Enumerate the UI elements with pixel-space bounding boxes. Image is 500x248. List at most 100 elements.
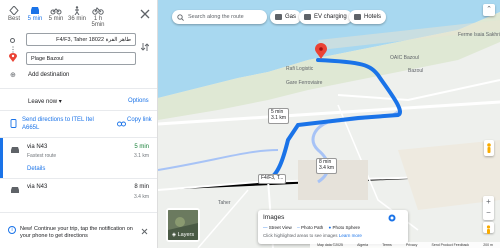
add-destination-icon[interactable]: ⊕	[10, 71, 16, 79]
origin-input[interactable]: F4/F3, Taher 18022 طاهر الفرة	[26, 33, 136, 46]
mode-best-label: Best	[7, 16, 20, 22]
route-2-time: 8 min	[134, 184, 149, 190]
route-1-title: via N43	[27, 144, 48, 150]
layers-text: Layers	[177, 232, 195, 238]
mode-walk[interactable]: 36 min	[67, 6, 87, 22]
add-destination-link[interactable]: Add destination	[28, 72, 69, 78]
walk-icon	[74, 6, 80, 15]
send-phone-icon	[10, 119, 17, 128]
divider	[0, 110, 157, 111]
toggle-icon[interactable]	[388, 214, 396, 222]
attrib-map-data: Map data ©2025	[317, 243, 343, 247]
images-hint: Click highlighted areas to see images Le…	[263, 233, 362, 238]
origin-label: F4/F3, T...	[258, 174, 287, 184]
car-icon	[11, 147, 19, 153]
mode-bike[interactable]: 1 h 5min	[88, 6, 108, 28]
origin-dot-icon	[10, 38, 15, 43]
divider	[0, 178, 157, 179]
search-placeholder: Search along the route	[188, 14, 244, 20]
images-hint-text: Click highlighted areas to see images	[263, 233, 338, 238]
attrib-feedback[interactable]: Send Product Feedback	[431, 243, 469, 247]
chip-ev-charging[interactable]: EV charging	[299, 10, 352, 24]
gas-icon	[275, 14, 282, 20]
chip-gas-label: Gas	[285, 14, 297, 20]
pegman-icon	[487, 143, 491, 153]
close-icon[interactable]	[140, 9, 150, 19]
images-title: Images	[263, 214, 285, 221]
mode-best[interactable]: Best	[4, 6, 24, 22]
chip-hotels[interactable]: Hotels	[349, 10, 387, 24]
bike-icon	[92, 7, 104, 15]
ev-charging-icon	[304, 14, 311, 20]
learn-more-link[interactable]: Learn more	[339, 233, 362, 238]
route-1-time: 5 min	[134, 144, 149, 150]
photo-path-swatch-icon: ┄	[296, 225, 300, 230]
link-icon	[117, 121, 126, 127]
attrib-terms[interactable]: Terms	[382, 243, 392, 247]
swap-icon[interactable]	[141, 42, 149, 52]
photo-sphere-swatch-icon: ●	[328, 225, 332, 230]
street-view-swatch-icon: —	[263, 225, 268, 230]
label-ferme: Ferme Isaia Sakhri	[458, 32, 500, 38]
collapse-panel-button[interactable]: ⌃	[483, 4, 495, 16]
chip-gas[interactable]: Gas	[270, 10, 302, 24]
zoom-in-button[interactable]: +	[483, 196, 494, 208]
route-1-bubble[interactable]: 5 min 3.1 km	[268, 108, 290, 124]
diamond-directions-icon	[9, 6, 19, 15]
notice-text: New! Continue your trip, tap the notific…	[20, 226, 133, 240]
route-dots-icon	[12, 46, 14, 53]
route-2-title: via N43	[27, 184, 48, 190]
divider	[0, 137, 157, 138]
route-2-bubble[interactable]: 8 min 3.4 km	[316, 158, 338, 174]
pegman-button[interactable]	[483, 222, 494, 234]
layers-button[interactable]: ◈ Layers	[166, 208, 200, 242]
mode-car-label: 5 min	[27, 16, 43, 22]
close-notice-icon[interactable]	[141, 228, 148, 235]
label-bazoul: Bazoul	[408, 68, 424, 74]
mode-motorcycle[interactable]: 5 min	[46, 6, 66, 22]
mode-bike-label: 1 h 5min	[91, 16, 105, 28]
label-rafi: Rafi Logistic	[286, 66, 314, 72]
route-1-details-link[interactable]: Details	[27, 166, 45, 172]
legend-photo-path: Photo Path	[300, 225, 324, 230]
images-legend: — Street View ┄ Photo Path ● Photo Spher…	[263, 225, 360, 231]
layers-label: ◈ Layers	[168, 232, 198, 238]
hotel-icon	[354, 14, 361, 20]
mode-walk-label: 36 min	[67, 16, 86, 22]
motorcycle-icon	[50, 8, 62, 15]
zoom-out-button[interactable]: −	[483, 208, 494, 220]
search-along-route-input[interactable]: Search along the route	[172, 10, 267, 24]
leave-now-label: Leave now	[28, 99, 58, 105]
street-view-mini-button[interactable]	[484, 140, 494, 156]
leave-now-select[interactable]: Leave now ▾	[28, 98, 62, 105]
car-icon	[11, 187, 19, 193]
zoom-controls: + −	[483, 196, 494, 220]
chip-ev-label: EV charging	[314, 14, 347, 20]
legend-street-view: Street View	[268, 225, 292, 230]
car-icon	[31, 7, 39, 14]
map-attribution: Map data ©2025 Algeria Terms Privacy Sen…	[310, 242, 500, 248]
images-card[interactable]: Images — Street View ┄ Photo Path ● Phot…	[258, 210, 408, 244]
selected-route-marker	[0, 138, 3, 178]
destination-input[interactable]: Plage Bazoul	[26, 52, 136, 65]
label-oaic: OAIC Bazoul	[390, 55, 419, 61]
label-gare: Gare Ferroviaire	[286, 80, 323, 86]
attrib-privacy[interactable]: Privacy	[406, 243, 417, 247]
pegman-icon	[486, 225, 491, 234]
options-button[interactable]: Options	[128, 98, 149, 104]
send-directions-link[interactable]: Send directions to ITEL Itel A665L	[22, 117, 102, 132]
search-icon	[177, 13, 184, 21]
route-1-distance: 3.1 km	[133, 153, 149, 159]
directions-panel: Best 5 min 5 min 36 min 1 h 5min F4/F3, …	[0, 0, 158, 248]
copy-link-button[interactable]: Copy link	[127, 117, 155, 125]
attrib-country[interactable]: Algeria	[357, 243, 368, 247]
route-2-distance: 3.4 km	[133, 194, 149, 200]
layers-icon: ◈	[171, 232, 177, 238]
bubble-1-dist: 3.1 km	[271, 114, 287, 121]
chip-hotels-label: Hotels	[364, 14, 382, 20]
scale-label[interactable]: 200 m	[483, 243, 493, 247]
divider	[0, 88, 157, 89]
mode-car[interactable]: 5 min	[25, 6, 45, 22]
mode-motorcycle-label: 5 min	[48, 16, 64, 22]
bubble-2-dist: 3.4 km	[319, 164, 335, 171]
